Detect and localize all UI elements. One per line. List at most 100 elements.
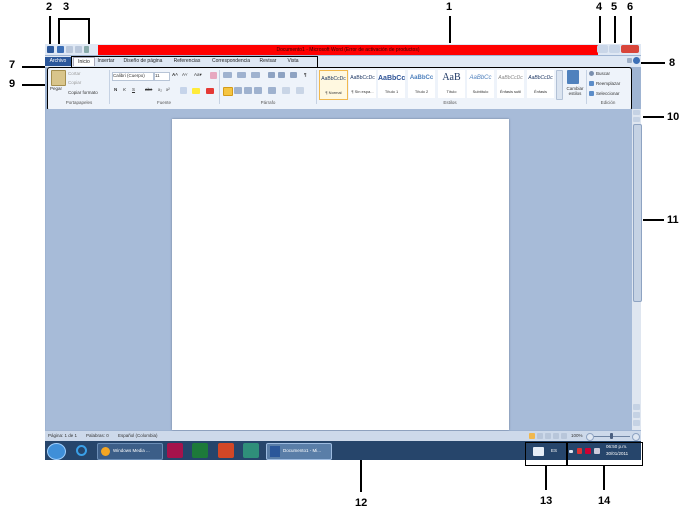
cut-button[interactable]: Cortar: [68, 71, 81, 76]
select-icon: [589, 91, 594, 96]
highlight-color-icon[interactable]: [192, 88, 200, 94]
group-label-font: Fuente: [156, 100, 171, 105]
close-button[interactable]: [621, 45, 639, 53]
callout-8: 8: [669, 57, 676, 69]
callout-1: 1: [446, 1, 453, 13]
arrow-2: [49, 16, 51, 44]
line-spacing-icon[interactable]: [268, 87, 276, 94]
style-normal[interactable]: AaBbCcDc ¶ Normal: [319, 70, 348, 100]
style-subtle-emphasis[interactable]: AaBbCcDc Énfasis sutil: [497, 70, 524, 98]
redo-icon[interactable]: [75, 46, 82, 53]
font-color-icon[interactable]: [206, 88, 214, 94]
zoom-level[interactable]: 100%: [571, 432, 583, 440]
justify-icon[interactable]: [254, 87, 262, 94]
strikethrough-button[interactable]: abc: [145, 87, 152, 92]
paste-button[interactable]: Pegar: [50, 86, 62, 91]
scroll-up-icon[interactable]: [633, 117, 640, 122]
scrollbar-thumb[interactable]: [633, 124, 642, 302]
numbering-icon[interactable]: [237, 72, 246, 78]
text-effects-icon[interactable]: [180, 87, 187, 94]
font-name-value: Calibri (Cuerpo): [113, 73, 145, 78]
align-right-icon[interactable]: [244, 87, 252, 94]
web-layout-icon[interactable]: [545, 433, 551, 439]
clear-format-icon[interactable]: [210, 72, 217, 79]
superscript-icon[interactable]: x²: [166, 87, 170, 92]
styles-scroll-icon[interactable]: [556, 70, 563, 100]
style-heading-2[interactable]: AaBbCc Título 2: [408, 70, 435, 98]
status-language[interactable]: Español (Colombia): [118, 432, 158, 440]
document-page[interactable]: [172, 119, 509, 430]
borders-icon[interactable]: [296, 87, 304, 94]
status-page[interactable]: Página: 1 de 1: [48, 432, 77, 440]
access-icon[interactable]: [167, 443, 183, 458]
minimize-ribbon-icon[interactable]: [627, 58, 632, 63]
start-button-icon[interactable]: [47, 443, 66, 460]
bold-button[interactable]: N: [114, 87, 117, 92]
show-formatting-icon[interactable]: ¶: [304, 72, 307, 77]
decrease-indent-icon[interactable]: [268, 72, 275, 78]
full-screen-reading-icon[interactable]: [537, 433, 543, 439]
callout-9: 9: [9, 78, 16, 90]
group-label-paragraph: Párrafo: [260, 100, 276, 105]
italic-button[interactable]: K: [123, 87, 126, 92]
replace-icon: [589, 81, 594, 86]
change-styles-icon[interactable]: [567, 70, 579, 84]
style-no-spacing[interactable]: AaBbCcDc ¶ Sin espa...: [349, 70, 376, 98]
select-button[interactable]: Seleccionar: [596, 91, 620, 96]
callout-12: 12: [355, 497, 368, 509]
style-heading-1[interactable]: AaBbCc Título 1: [378, 70, 405, 98]
underline-button[interactable]: S: [132, 87, 135, 92]
shrink-font-icon[interactable]: A˅: [182, 72, 188, 77]
status-words[interactable]: Palabras: 0: [86, 432, 109, 440]
zoom-out-icon[interactable]: [586, 433, 594, 441]
change-styles-button[interactable]: Cambiar estilos: [564, 86, 586, 96]
callout-4: 4: [596, 1, 603, 13]
window-title: Documento1 - Microsoft Word (Error de ac…: [276, 47, 420, 53]
replace-button[interactable]: Reemplazar: [596, 81, 620, 86]
sort-icon[interactable]: [290, 72, 297, 78]
bullets-icon[interactable]: [223, 72, 232, 78]
find-button[interactable]: Buscar: [596, 71, 610, 76]
taskbar-word-document[interactable]: Documento1 - Mi...: [266, 443, 332, 460]
ruler-toggle-icon[interactable]: [633, 110, 640, 115]
align-center-icon[interactable]: [234, 87, 242, 94]
next-page-icon[interactable]: [633, 420, 640, 426]
style-emphasis[interactable]: AaBbCcDc Énfasis: [527, 70, 554, 98]
word-app-icon[interactable]: [47, 46, 54, 53]
print-layout-icon[interactable]: [529, 433, 535, 439]
publisher-icon[interactable]: [243, 443, 259, 458]
group-label-clipboard: Portapapeles: [65, 100, 93, 105]
change-case-icon[interactable]: Aa▾: [194, 72, 202, 78]
increase-indent-icon[interactable]: [278, 72, 285, 78]
style-subtitle[interactable]: AaBbCc Subtítulo: [467, 70, 494, 98]
internet-explorer-icon[interactable]: [73, 443, 90, 458]
style-title[interactable]: AaB Título: [438, 70, 465, 98]
callout-11: 11: [667, 214, 679, 226]
align-left-icon[interactable]: [223, 87, 233, 96]
help-icon[interactable]: [633, 57, 640, 64]
maximize-button[interactable]: [609, 45, 620, 53]
browse-object-icon[interactable]: [633, 412, 640, 418]
draft-view-icon[interactable]: [561, 433, 567, 439]
shading-icon[interactable]: [282, 87, 290, 94]
minimize-button[interactable]: [597, 45, 608, 53]
previous-page-icon[interactable]: [633, 404, 640, 410]
powerpoint-icon[interactable]: [218, 443, 234, 458]
undo-icon[interactable]: [66, 46, 73, 53]
taskbar-word-label: Documento1 - Mi...: [283, 448, 322, 453]
format-painter-button[interactable]: Copiar formato: [68, 90, 98, 95]
customize-qat-icon[interactable]: [84, 46, 89, 53]
multilevel-list-icon[interactable]: [251, 72, 260, 78]
taskbar-media-player[interactable]: Windows Media ...: [97, 443, 163, 460]
zoom-in-icon[interactable]: [632, 433, 640, 441]
outline-view-icon[interactable]: [553, 433, 559, 439]
save-icon[interactable]: [57, 46, 64, 53]
subscript-icon[interactable]: x₂: [158, 87, 162, 92]
font-size-value: 11: [155, 73, 160, 78]
zoom-slider-thumb[interactable]: [610, 433, 613, 439]
copy-button[interactable]: Copiar: [68, 80, 81, 85]
grow-font-icon[interactable]: A˄: [172, 72, 178, 77]
paste-icon[interactable]: [51, 70, 66, 86]
tab-archivo[interactable]: Archivo: [45, 57, 71, 66]
excel-icon[interactable]: [192, 443, 208, 458]
